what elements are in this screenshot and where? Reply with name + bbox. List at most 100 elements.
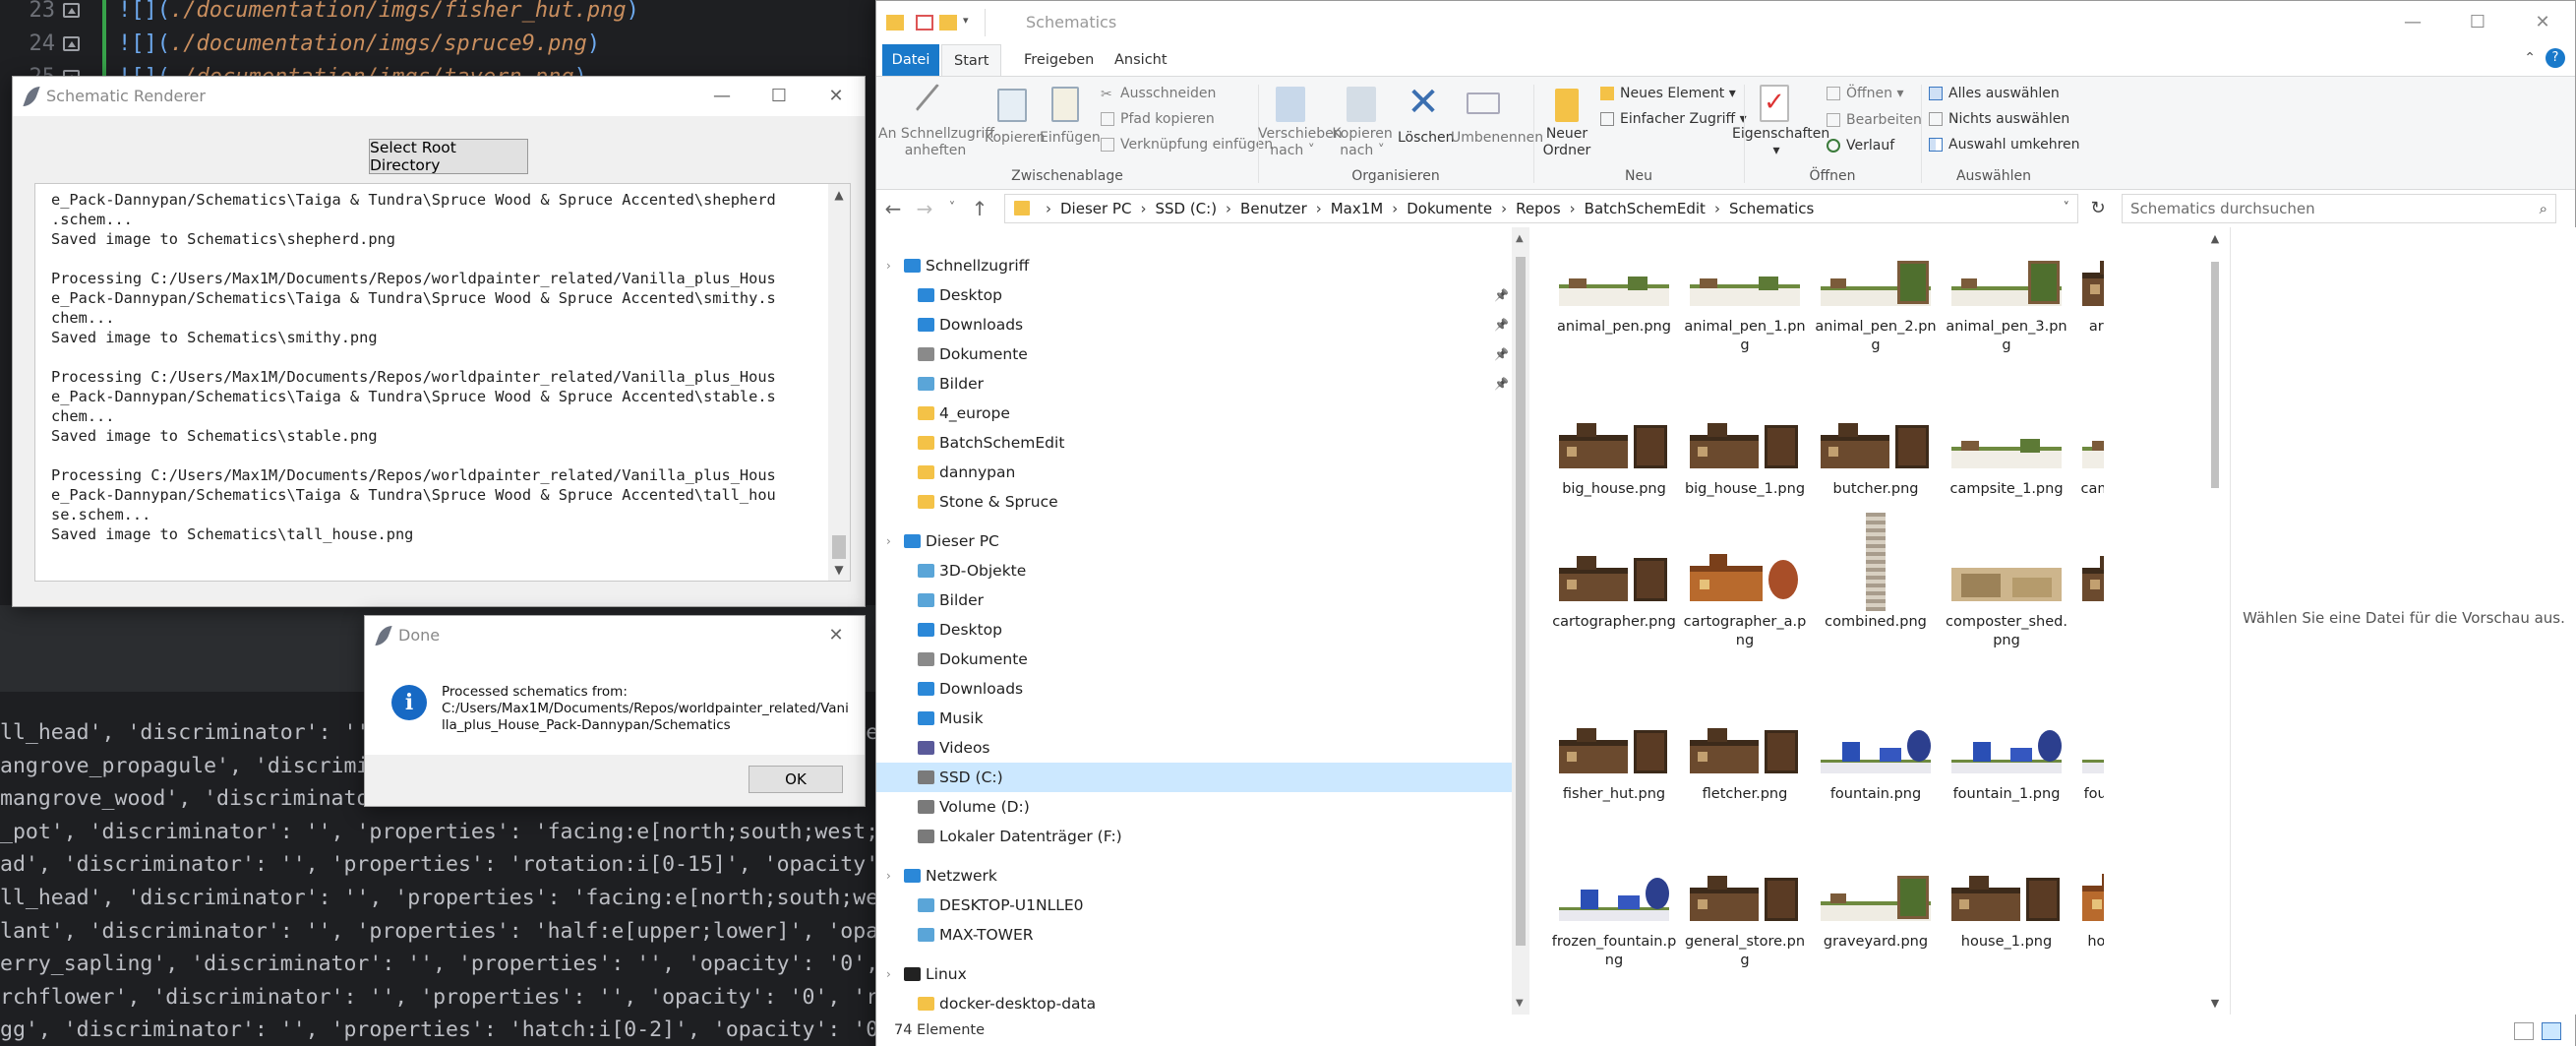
properties-icon[interactable] — [916, 15, 933, 31]
nav-item-dokumente[interactable]: Dokumente — [876, 645, 1512, 674]
maximize-button[interactable]: ☐ — [2445, 1, 2510, 44]
chevron-right-icon[interactable]: › — [886, 861, 891, 891]
easy-access-button[interactable]: Einfacher Zugriff ▾ — [1620, 111, 1747, 128]
help-icon[interactable]: ? — [2546, 48, 2565, 68]
log-scrollbar[interactable]: ▲ ▼ — [828, 184, 850, 581]
nav-item-4-europe[interactable]: 4_europe — [876, 399, 1512, 428]
file-item[interactable]: fletcher.png — [1682, 724, 1808, 804]
up-icon[interactable]: ↑ — [967, 197, 992, 220]
chevron-right-icon[interactable]: › — [886, 526, 891, 556]
log-textarea[interactable]: e_Pack-Dannypan/Schematics\Taiga & Tundr… — [34, 183, 851, 582]
new-item-button[interactable]: Neues Element ▾ — [1620, 86, 1736, 102]
file-item[interactable]: campsite_2.png — [2074, 419, 2104, 499]
scroll-down-icon[interactable]: ▼ — [2206, 997, 2224, 1010]
nav-item-max-tower[interactable]: MAX-TOWER — [876, 920, 1512, 950]
paste-shortcut-button[interactable]: Verknüpfung einfügen — [1120, 137, 1273, 154]
scroll-up-icon[interactable]: ▲ — [2206, 232, 2224, 245]
file-item[interactable]: d.png — [2074, 552, 2104, 632]
search-input[interactable]: Schematics durchsuchen ⌕ — [2122, 194, 2556, 223]
nav-item-desktop[interactable]: Desktop — [876, 615, 1512, 645]
file-item[interactable]: house_1a.png — [2074, 872, 2104, 952]
nav-item-ssd-c-[interactable]: SSD (C:) — [876, 763, 1512, 792]
nav-item-bilder[interactable]: Bilder — [876, 585, 1512, 615]
nav-item-desktop-u1nlle0[interactable]: DESKTOP-U1NLLE0 — [876, 891, 1512, 920]
delete-button[interactable]: Löschen — [1398, 130, 1454, 147]
file-item[interactable]: big_house_1.png — [1682, 419, 1808, 499]
minimize-button[interactable]: — — [693, 77, 750, 116]
file-item[interactable]: animal_pen_2.png — [1813, 257, 1939, 355]
file-item[interactable]: house_1.png — [1944, 872, 2069, 952]
tab-start[interactable]: Start — [941, 44, 1002, 76]
open-button[interactable]: Öffnen ▾ — [1846, 86, 1904, 102]
nav-item-desktop[interactable]: Desktop 📌 — [876, 280, 1512, 310]
file-item[interactable]: graveyard.png — [1813, 872, 1939, 952]
edit-button[interactable]: Bearbeiten — [1846, 112, 1922, 129]
move-to-button[interactable]: Verschieben nach ˅ — [1258, 126, 1343, 159]
scrollbar-thumb[interactable] — [832, 535, 846, 559]
nav-item-bilder[interactable]: Bilder 📌 — [876, 369, 1512, 399]
file-item[interactable]: combined.png — [1813, 513, 1939, 632]
file-item[interactable]: armourer.png — [2074, 257, 2104, 337]
nav-item-3d-objekte[interactable]: 3D-Objekte — [876, 556, 1512, 585]
details-view-icon[interactable] — [2514, 1022, 2534, 1040]
nav-item-downloads[interactable]: Downloads 📌 — [876, 310, 1512, 339]
file-item[interactable]: fountain_1.png — [1944, 724, 2069, 804]
file-item[interactable]: campsite_1.png — [1944, 419, 2069, 499]
forward-icon[interactable]: → — [912, 197, 937, 220]
nav-item-dieser-pc[interactable]: › Dieser PC — [876, 526, 1512, 556]
file-grid-scrollbar[interactable]: ▲ ▼ — [2206, 232, 2224, 1010]
scrollbar-thumb[interactable] — [1516, 257, 1526, 946]
file-item[interactable]: general_store.png — [1682, 872, 1808, 970]
refresh-icon[interactable]: ↻ — [2084, 194, 2112, 223]
file-item[interactable]: butcher.png — [1813, 419, 1939, 499]
breadcrumb-item[interactable]: Schematics — [1729, 200, 1814, 217]
large-icons-view-icon[interactable] — [2542, 1022, 2561, 1040]
recent-locations-icon[interactable]: ˅ — [939, 201, 965, 215]
collapse-ribbon-icon[interactable]: ⌃ — [2524, 50, 2536, 66]
file-item[interactable]: big_house.png — [1551, 419, 1677, 499]
select-root-directory-button[interactable]: Select Root Directory — [369, 139, 528, 174]
file-item[interactable]: frozen_fountain.png — [1551, 872, 1677, 970]
properties-button[interactable]: Eigenschaften ▾ — [1732, 126, 1829, 159]
file-item[interactable]: fisher_hut.png — [1551, 724, 1677, 804]
copy-path-button[interactable]: Pfad kopieren — [1120, 111, 1215, 128]
file-item[interactable]: cartographer_a.png — [1682, 552, 1808, 650]
chevron-right-icon[interactable]: › — [886, 251, 891, 280]
breadcrumb-item[interactable]: Dokumente — [1407, 200, 1492, 217]
file-item[interactable]: fountain_2.png — [2074, 724, 2104, 804]
nav-item-dokumente[interactable]: Dokumente 📌 — [876, 339, 1512, 369]
file-item[interactable]: composter_shed.png — [1944, 552, 2069, 650]
new-folder-button[interactable]: Neuer Ordner — [1537, 126, 1596, 159]
file-item[interactable]: animal_pen_1.png — [1682, 257, 1808, 355]
nav-item-linux[interactable]: › Linux — [876, 959, 1512, 989]
chevron-down-icon[interactable]: ˅ — [2064, 195, 2070, 222]
chevron-down-icon[interactable]: ▾ — [963, 14, 981, 30]
nav-item-musik[interactable]: Musik — [876, 704, 1512, 733]
nav-item-stone-spruce[interactable]: Stone & Spruce — [876, 487, 1512, 517]
paste-button[interactable]: Einfügen — [1040, 130, 1101, 147]
file-item[interactable]: cartographer.png — [1551, 552, 1677, 632]
rename-button[interactable]: Umbenennen — [1451, 130, 1543, 147]
maximize-button[interactable]: ☐ — [750, 77, 808, 116]
nav-item-lokaler-datentr-ger-f-[interactable]: Lokaler Datenträger (F:) — [876, 822, 1512, 851]
breadcrumb-item[interactable]: Max1M — [1331, 200, 1384, 217]
nav-item-netzwerk[interactable]: › Netzwerk — [876, 861, 1512, 891]
history-button[interactable]: Verlauf — [1846, 138, 1894, 154]
breadcrumb-item[interactable]: Dieser PC — [1060, 200, 1131, 217]
invert-selection-button[interactable]: Auswahl umkehren — [1948, 137, 2080, 154]
breadcrumb-item[interactable]: Benutzer — [1240, 200, 1307, 217]
select-none-button[interactable]: Nichts auswählen — [1948, 111, 2069, 128]
file-item[interactable]: fountain.png — [1813, 724, 1939, 804]
pin-quick-access-button[interactable]: An Schnellzugriff anheften — [878, 126, 994, 159]
ok-button[interactable]: OK — [749, 766, 843, 793]
tab-ansicht[interactable]: Ansicht — [1103, 44, 1179, 76]
breadcrumb-item[interactable]: SSD (C:) — [1155, 200, 1217, 217]
scrollbar-thumb[interactable] — [2211, 262, 2219, 488]
nav-item-batchschemedit[interactable]: BatchSchemEdit — [876, 428, 1512, 458]
file-item[interactable]: animal_pen_3.png — [1944, 257, 2069, 355]
select-all-button[interactable]: Alles auswählen — [1948, 86, 2060, 102]
dialog-close-button[interactable]: ✕ — [808, 616, 865, 655]
new-folder-icon[interactable] — [939, 15, 957, 31]
scroll-up-icon[interactable]: ▲ — [828, 184, 850, 206]
tab-datei[interactable]: Datei — [882, 44, 939, 76]
